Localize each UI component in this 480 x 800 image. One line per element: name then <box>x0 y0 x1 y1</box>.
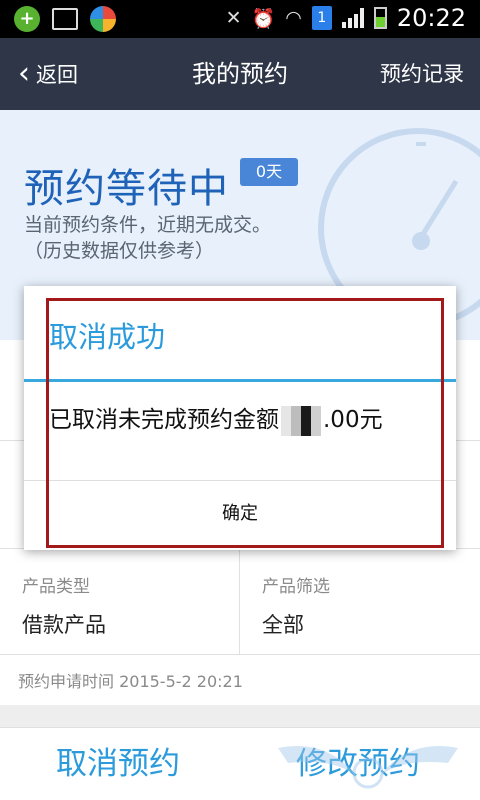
app-bar: ‹ 返回 我的预约 预约记录 <box>0 38 480 110</box>
dialog-title-divider <box>24 379 456 382</box>
signal-icon <box>341 8 364 28</box>
confirm-button[interactable]: 确定 <box>24 481 456 550</box>
mute-icon: ✕ <box>225 7 242 29</box>
dialog-message: 已取消未完成预约金额 .00元 <box>49 400 383 436</box>
back-label: 返回 <box>36 63 78 87</box>
dialog-title: 取消成功 <box>49 320 166 354</box>
back-button[interactable]: ‹ 返回 <box>18 38 78 110</box>
status-right-icons: ✕ ⏰ ◠ 1 20:22 <box>226 4 466 32</box>
status-left-icons: + <box>14 6 116 32</box>
sim-badge: 1 <box>311 6 332 30</box>
chevron-left-icon: ‹ <box>18 56 30 91</box>
status-time: 20:22 <box>396 4 466 32</box>
records-link[interactable]: 预约记录 <box>380 38 464 110</box>
redacted-amount <box>281 405 321 436</box>
battery-icon <box>373 7 387 29</box>
alarm-icon: ⏰ <box>251 7 276 30</box>
cancel-success-dialog: 取消成功 已取消未完成预约金额 .00元 确定 <box>24 286 456 550</box>
dialog-message-suffix: .00元 <box>323 407 383 433</box>
market-icon <box>90 6 116 32</box>
page-title: 我的预约 <box>192 60 288 88</box>
dialog-message-prefix: 已取消未完成预约金额 <box>49 407 279 433</box>
status-bar: + ✕ ⏰ ◠ 1 20:22 <box>0 0 480 38</box>
app-plus-icon: + <box>14 6 40 32</box>
gallery-icon <box>52 8 78 30</box>
wifi-icon: ◠ <box>285 7 302 29</box>
